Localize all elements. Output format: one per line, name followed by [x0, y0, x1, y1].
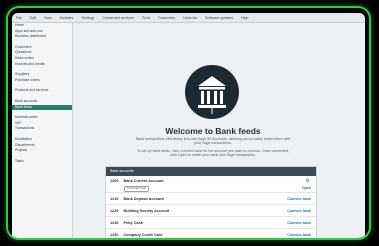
- menu-item-help[interactable]: Help: [241, 16, 248, 20]
- account-code: 1240: [110, 232, 119, 237]
- menu-item-edit[interactable]: Edit: [30, 16, 36, 20]
- device-frame: File Edit View Modules Settings Connected ser…: [6, 6, 371, 240]
- account-code: 1210: [110, 196, 119, 201]
- menu-item-modules[interactable]: Modules: [60, 16, 74, 20]
- menu-item-connected-services[interactable]: Connected services: [102, 16, 134, 20]
- menu-item-file[interactable]: File: [16, 16, 22, 20]
- status-badge: CONNECTED: [124, 186, 150, 192]
- open-link[interactable]: Open: [302, 186, 311, 190]
- menu-item-favourites[interactable]: Favourites: [158, 16, 175, 20]
- account-row[interactable]: 1220 Building Society Account Connect ba…: [106, 205, 316, 217]
- menu-item-software-updates[interactable]: Software updates: [205, 16, 233, 20]
- account-code: 1200: [110, 179, 119, 183]
- bank-accounts-panel: Bank accounts 1200 Bank Current Account …: [105, 166, 317, 238]
- account-name: Petty Cash: [123, 220, 144, 225]
- app-window: File Edit View Modules Settings Connected ser…: [12, 13, 365, 238]
- gear-icon[interactable]: ⚙: [306, 178, 310, 184]
- account-row[interactable]: 1210 Bank Deposit Account Connect bank: [106, 193, 316, 205]
- account-name: Bank Deposit Account: [123, 196, 164, 201]
- menu-item-settings[interactable]: Settings: [81, 16, 94, 20]
- account-row[interactable]: 1230 Petty Cash Connect bank: [106, 217, 316, 229]
- account-name: Bank Current Account: [123, 179, 164, 183]
- intro-text: Bank transactions effortlessly flow into…: [136, 137, 290, 146]
- menu-item-undo-list[interactable]: Undo list: [183, 16, 197, 20]
- account-name: Building Society Account: [123, 208, 170, 213]
- connect-bank-link[interactable]: Connect bank: [287, 221, 311, 225]
- bank-building-icon: [185, 65, 239, 119]
- account-code: 1220: [110, 208, 119, 213]
- connect-bank-link[interactable]: Connect bank: [287, 209, 311, 213]
- main-content: Welcome to Bank feeds Bank transactions …: [73, 23, 365, 238]
- panel-header: Bank accounts: [106, 167, 316, 176]
- menu-bar: File Edit View Modules Settings Connected ser…: [12, 13, 365, 23]
- account-row[interactable]: 1200 Bank Current Account CONNECTED ⚙ Op…: [106, 176, 316, 193]
- account-name: Company Credit Card: [123, 232, 163, 237]
- sidebar: Home Apps and add-ons Business dashboard Cu…: [12, 23, 73, 238]
- account-code: 1230: [110, 220, 119, 225]
- page-title: Welcome to Bank feeds: [165, 126, 261, 136]
- menu-item-tools[interactable]: Tools: [142, 16, 150, 20]
- sidebar-item-tasks[interactable]: Tasks: [12, 159, 72, 165]
- connect-bank-link[interactable]: Connect bank: [287, 197, 311, 201]
- account-row[interactable]: 1240 Company Credit Card Connect bank: [106, 229, 316, 238]
- menu-item-view[interactable]: View: [44, 16, 52, 20]
- connect-bank-link[interactable]: Connect bank: [287, 233, 311, 237]
- setup-instructions: To set up bank feeds, click Connect bank…: [136, 149, 290, 158]
